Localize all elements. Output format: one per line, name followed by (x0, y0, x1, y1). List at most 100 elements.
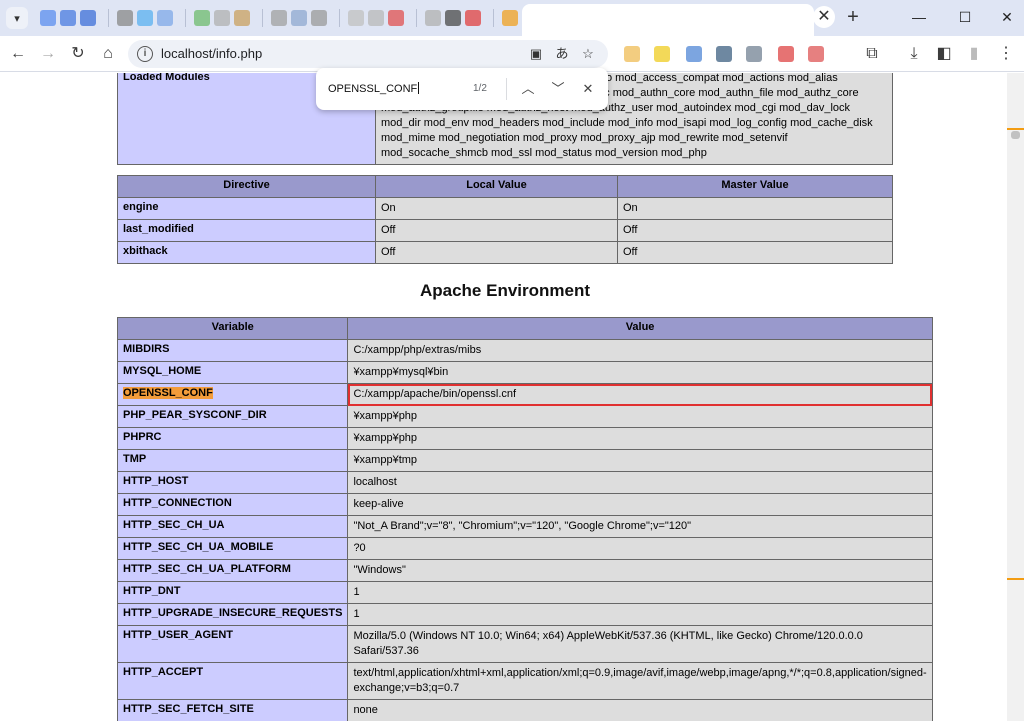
tab-favicon-icon[interactable] (502, 10, 518, 26)
tab-favicon-icon[interactable] (348, 10, 364, 26)
table-header-row: Directive Local Value Master Value (117, 175, 893, 198)
bookmark-star-icon[interactable]: ☆ (578, 44, 598, 64)
tab-favicon-icon[interactable] (234, 10, 250, 26)
tab-favicon-icon[interactable] (194, 10, 210, 26)
close-tab-icon[interactable]: ✕ (813, 6, 835, 28)
extension-icon[interactable] (624, 46, 640, 62)
translate-icon[interactable]: あ (552, 44, 572, 64)
extension-icon[interactable] (808, 46, 824, 62)
new-tab-button[interactable]: + (842, 4, 864, 30)
variable-value: ¥xampp¥mysql¥bin (347, 361, 933, 384)
variable-name-text: HTTP_SEC_CH_UA (123, 519, 225, 531)
find-previous-chevron-up-icon[interactable]: ︿ (518, 79, 538, 99)
tab-search-button[interactable]: ▾ (6, 7, 28, 29)
tab-separator (416, 9, 417, 27)
active-tab[interactable] (522, 4, 814, 36)
variable-name: HTTP_USER_AGENT (116, 625, 349, 663)
variable-name-text: HTTP_ACCEPT (123, 666, 204, 678)
tab-favicon-icon[interactable] (117, 10, 133, 26)
table-row: HTTP_USER_AGENT Mozilla/5.0 (Windows NT 1… (116, 625, 933, 663)
vertical-scrollbar[interactable] (1007, 73, 1024, 721)
variable-name-text: HTTP_SEC_CH_UA_MOBILE (123, 541, 274, 553)
extension-icon[interactable] (654, 46, 670, 62)
site-info-icon[interactable]: i (137, 46, 153, 62)
variable-value: "Not_A Brand";v="8", "Chromium";v="120",… (347, 515, 933, 538)
address-bar[interactable]: i localhost/info.php ▣ あ ☆ (128, 40, 608, 68)
browser-toolbar: ← → ↻ ⌂ i localhost/info.php ▣ あ ☆ ⧉ ⤓ ◧… (0, 36, 1024, 72)
tab-favicon-icon[interactable] (465, 10, 481, 26)
table-row: HTTP_SEC_CH_UA "Not_A Brand";v="8", "Chro… (116, 515, 933, 538)
environment-table: Variable Value MIBDIRS C:/xampp/php/extra… (116, 317, 933, 721)
extension-icon[interactable] (716, 46, 732, 62)
tab-favicon-icon[interactable] (291, 10, 307, 26)
table-row: HTTP_SEC_CH_UA_PLATFORM "Windows" (116, 559, 933, 582)
module-line: mod_mime mod_negotiation mod_proxy mod_p… (381, 132, 788, 144)
extension-icon[interactable] (778, 46, 794, 62)
scrollbar-thumb[interactable] (1011, 131, 1020, 139)
section-title-apache-environment: Apache Environment (419, 281, 591, 300)
table-row: TMP ¥xampp¥tmp (116, 449, 933, 472)
tab-favicon-icon[interactable] (40, 10, 56, 26)
column-header: Variable (116, 317, 349, 340)
tab-favicon-icon[interactable] (445, 10, 461, 26)
variable-name: HTTP_SEC_CH_UA_PLATFORM (116, 559, 349, 582)
tab-separator (339, 9, 340, 27)
download-icon[interactable]: ⤓ (902, 42, 926, 66)
find-match-marker (1007, 128, 1024, 130)
tab-favicon-icon[interactable] (311, 10, 327, 26)
find-match-count: 1/2 (473, 83, 487, 94)
local-value: Off (375, 219, 618, 242)
module-line: mod_dir mod_env mod_headers mod_include … (381, 117, 873, 129)
variable-name-text: HTTP_HOST (123, 475, 189, 487)
tab-favicon-icon[interactable] (425, 10, 441, 26)
tab-favicon-icon[interactable] (368, 10, 384, 26)
maximize-button[interactable]: ☐ (952, 6, 978, 28)
table-row: HTTP_ACCEPT text/html,application/xhtml+x… (116, 662, 933, 700)
variable-value: none (347, 699, 933, 721)
find-match-marker (1007, 578, 1024, 580)
variable-name-text: HTTP_SEC_FETCH_SITE (123, 703, 254, 715)
close-window-button[interactable]: ✕ (994, 6, 1020, 28)
variable-name: TMP (116, 449, 349, 472)
variable-name: PHPRC (116, 427, 349, 450)
table-row: engine On On (117, 197, 893, 220)
menu-kebab-icon[interactable]: ⋮ (994, 42, 1018, 66)
profile-avatar[interactable]: ▮ (962, 42, 986, 66)
extensions-puzzle-icon[interactable]: ⧉ (860, 42, 884, 66)
side-panel-icon[interactable]: ◧ (932, 42, 956, 66)
page-action-icon[interactable]: ▣ (526, 44, 546, 64)
tab-favicon-icon[interactable] (388, 10, 404, 26)
tab-favicon-icon[interactable] (60, 10, 76, 26)
table-row: last_modified Off Off (117, 219, 893, 242)
tab-separator (262, 9, 263, 27)
directive-name: engine (117, 197, 376, 220)
find-input[interactable]: OPENSSL_CONF (328, 82, 420, 95)
variable-value: keep-alive (347, 493, 933, 516)
column-header: Directive (117, 175, 376, 198)
variable-value: C:/xampp/php/extras/mibs (347, 339, 933, 362)
variable-value: 1 (347, 581, 933, 604)
table-row: OPENSSL_CONF C:/xampp/apache/bin/openssl.… (116, 383, 933, 406)
variable-value: text/html,application/xhtml+xml,applicat… (347, 662, 933, 700)
tab-separator (493, 9, 494, 27)
back-icon[interactable]: ← (6, 42, 30, 66)
variable-name-text: MIBDIRS (123, 343, 170, 355)
tab-favicon-icon[interactable] (214, 10, 230, 26)
table-row: HTTP_DNT 1 (116, 581, 933, 604)
find-close-icon[interactable]: ✕ (578, 79, 598, 99)
url-text[interactable]: localhost/info.php (161, 46, 262, 61)
extension-icon[interactable] (686, 46, 702, 62)
variable-name-text: HTTP_CONNECTION (123, 497, 232, 509)
extension-icon[interactable] (746, 46, 762, 62)
minimize-button[interactable]: — (906, 6, 932, 28)
reload-icon[interactable]: ↻ (66, 42, 90, 66)
forward-icon[interactable]: → (36, 42, 60, 66)
column-header: Value (347, 317, 933, 340)
tab-favicon-icon[interactable] (80, 10, 96, 26)
tab-favicon-icon[interactable] (157, 10, 173, 26)
variable-value: "Windows" (347, 559, 933, 582)
home-icon[interactable]: ⌂ (96, 42, 120, 66)
tab-favicon-icon[interactable] (271, 10, 287, 26)
find-next-chevron-down-icon[interactable]: ﹀ (548, 79, 568, 99)
tab-favicon-icon[interactable] (137, 10, 153, 26)
